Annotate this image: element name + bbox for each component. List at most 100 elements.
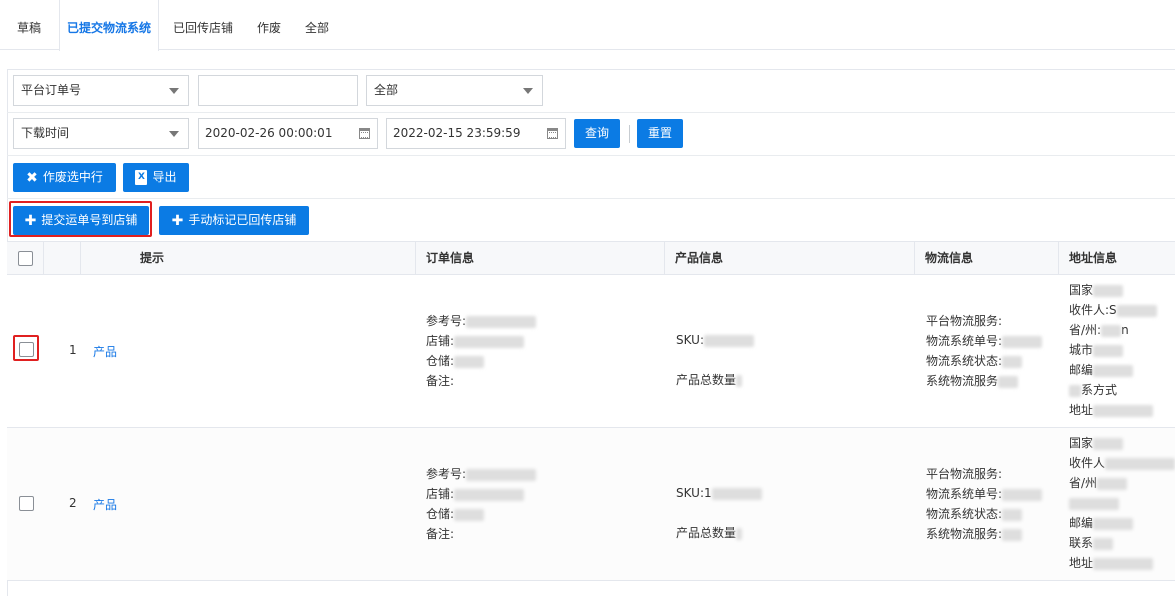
search-field-select[interactable]: 平台订单号 [13,75,189,106]
tab-draft[interactable]: 草稿 [10,0,48,50]
time-field-select[interactable]: 下载时间 [13,118,189,149]
redacted [1002,528,1023,541]
redacted [711,487,762,500]
tab-submitted-to-logistics[interactable]: 已提交物流系统 [59,0,159,51]
product-hint-link[interactable]: 产品 [93,496,117,513]
column-address-info: 地址信息 [1058,242,1175,275]
tab-void[interactable]: 作废 [250,0,288,50]
platform-logistics-label: 平台物流服务: [926,314,1003,328]
address-recipient-label: 收件人:S [1069,303,1117,317]
search-field-value: 平台订单号 [21,83,82,97]
product-info: SKU:1 产品总数量 [676,473,762,553]
order-ref-label: 参考号: [426,314,467,328]
order-warehouse-label: 仓储: [426,354,455,368]
redacted [1116,304,1157,317]
order-info: 参考号: 店铺: 仓储: 备注: [426,311,537,391]
search-input[interactable] [198,75,358,106]
end-time-input[interactable]: 2022-02-15 23:59:59 [386,118,566,149]
redacted [1093,537,1114,550]
redacted [454,488,525,501]
redacted [1093,517,1134,530]
redacted [1097,477,1128,490]
status-select-value: 全部 [374,83,399,97]
start-time-input[interactable]: 2020-02-26 00:00:01 [198,118,378,149]
logistics-status-label: 物流系统状态: [926,507,1003,521]
redacted [736,527,743,540]
redacted [1093,284,1124,297]
logistics-info: 平台物流服务: 物流系统单号: 物流系统状态: 系统物流服务: [926,464,1043,544]
redacted [1002,488,1043,501]
redacted [1101,324,1122,337]
address-recipient-label: 收件人 [1069,456,1106,470]
highlight-box [9,201,152,237]
address-zip-label: 邮编 [1069,363,1094,377]
table-header: 提示 订单信息 产品信息 物流信息 地址信息 [7,241,1175,275]
order-note-label: 备注: [426,527,455,541]
logistics-number-label: 物流系统单号: [926,334,1003,348]
system-logistics-label: 系统物流服务 [926,374,999,388]
redacted [704,334,754,347]
reset-button[interactable]: 重置 [637,119,683,148]
divider [629,125,630,143]
product-hint-link[interactable]: 产品 [93,343,117,360]
start-time-value: 2020-02-26 00:00:01 [205,126,333,140]
calendar-icon [547,128,558,139]
redacted [736,374,743,387]
address-contact-label: 联系 [1069,536,1094,550]
system-logistics-label: 系统物流服务: [926,527,1003,541]
table-row: 1 产品 参考号: 店铺: 仓储: 备注: SKU: 产品总数量 平台物流服务:… [7,275,1175,428]
redacted [1093,437,1124,450]
address-country-label: 国家 [1069,283,1094,297]
table-row: 2 产品 参考号: 店铺: 仓储: 备注: SKU:1 产品总数量 平台物流服务… [7,428,1175,581]
query-button[interactable]: 查询 [574,119,620,148]
row-index: 2 [69,496,77,510]
chevron-down-icon [169,88,179,94]
redacted [1105,457,1175,470]
column-divider [43,242,80,275]
redacted [998,375,1019,388]
sku-label: SKU:1 [676,486,712,500]
redacted [1002,335,1043,348]
end-time-value: 2022-02-15 23:59:59 [393,126,521,140]
address-contact-label: 系方式 [1081,383,1118,397]
excel-icon: X [135,170,148,185]
status-tabs: 草稿 已提交物流系统 已回传店铺 作废 全部 [0,0,1175,51]
time-field-value: 下载时间 [21,126,70,140]
sku-label: SKU: [676,333,704,347]
address-info: 国家 收件人:S 省/州: n 城市 邮编 系方式 地址 [1069,280,1157,420]
redacted [454,508,485,521]
column-product-info: 产品信息 [664,242,914,275]
address-province-label: 省/州: [1069,323,1102,337]
redacted [454,335,525,348]
order-warehouse-label: 仓储: [426,507,455,521]
product-qty-label: 产品总数量 [676,526,737,540]
column-order-info: 订单信息 [415,242,664,275]
redacted [1093,404,1154,417]
select-all-checkbox[interactable] [18,251,33,266]
column-divider [80,242,130,275]
status-select[interactable]: 全部 [366,75,543,106]
tab-all[interactable]: 全部 [298,0,336,50]
address-info: 国家 收件人 省/州 邮编 联系 地址 [1069,433,1175,573]
redacted [466,468,537,481]
plus-icon: ✚ [171,212,184,229]
void-selected-button[interactable]: ✖ 作废选中行 [13,163,116,192]
tab-returned-to-store[interactable]: 已回传店铺 [168,0,238,50]
address-street-label: 地址 [1069,403,1094,417]
column-hint: 提示 [140,251,165,265]
export-button[interactable]: X 导出 [123,163,189,192]
redacted [1093,557,1154,570]
platform-logistics-label: 平台物流服务: [926,467,1003,481]
redacted [1093,344,1124,357]
highlight-box [13,335,39,361]
redacted [1002,508,1023,521]
mark-returned-to-store-button[interactable]: ✚ 手动标记已回传店铺 [159,206,309,235]
address-street-label: 地址 [1069,556,1094,570]
divider [7,155,1175,156]
divider [7,112,1175,113]
redacted [1069,497,1119,510]
redacted [1093,364,1134,377]
chevron-down-icon [169,131,179,137]
row-checkbox[interactable] [19,496,34,511]
row-index: 1 [69,343,77,357]
